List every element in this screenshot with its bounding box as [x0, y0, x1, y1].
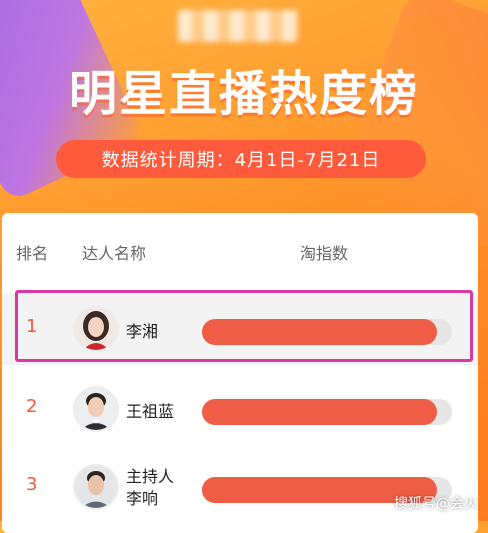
- period-label: 数据统计周期：4月1日-7月21日: [101, 150, 381, 171]
- watermark: 搜狐号@会火: [394, 496, 478, 512]
- header-name: 达人名称: [82, 244, 147, 263]
- streamer-name: 李响: [126, 489, 159, 508]
- header-rank: 排名: [16, 244, 49, 263]
- rank-number: 2: [26, 396, 38, 417]
- blurred-logo: [178, 10, 298, 42]
- page-title: 明星直播热度榜: [68, 66, 419, 122]
- header-index: 淘指数: [300, 244, 349, 263]
- avatar: [73, 464, 119, 510]
- index-bar-fill: [202, 399, 437, 425]
- male-avatar-icon: [75, 388, 117, 430]
- streamer-name: 王祖蓝: [126, 402, 175, 421]
- period-badge: 数据统计周期：4月1日-7月21日: [56, 140, 426, 178]
- male-avatar-icon: [75, 466, 117, 508]
- avatar: [73, 386, 119, 432]
- ranking-card: 排名 达人名称 淘指数 1 李湘 2 王祖蓝 3 主持人 李响: [2, 213, 478, 533]
- streamer-title: 主持人: [126, 467, 175, 486]
- highlight-box: [15, 290, 473, 362]
- rank-number: 3: [26, 474, 38, 495]
- table-header: 排名 达人名称 淘指数: [2, 213, 478, 283]
- table-row[interactable]: 2 王祖蓝: [2, 373, 478, 445]
- index-bar-track: [202, 399, 452, 425]
